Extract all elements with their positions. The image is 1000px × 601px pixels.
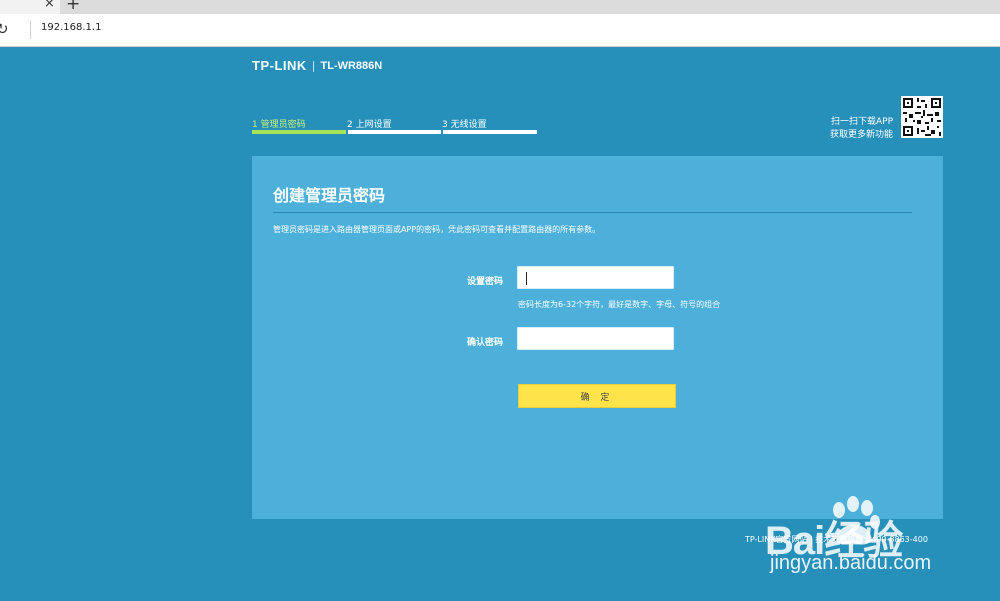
new-tab-icon[interactable]: +	[66, 0, 80, 13]
confirm-button[interactable]: 确 定	[518, 384, 676, 408]
brand-separator: |	[311, 59, 316, 72]
step-internet-settings: 2 上网设置	[347, 120, 392, 130]
panel-description: 管理员密码是进入路由器管理页面或APP的密码，凭此密码可查看并配置路由器的所有参…	[273, 225, 601, 234]
confirm-password-label: 确认密码	[467, 338, 504, 348]
address-separator	[30, 21, 31, 39]
step-wireless-settings: 3 无线设置	[442, 120, 487, 130]
watermark-url: jingyan.baidu.com	[770, 552, 932, 574]
confirm-password-field[interactable]	[517, 327, 674, 350]
tp-link-logo: TP-LINK	[252, 58, 307, 73]
step-bar-1	[252, 130, 346, 134]
browser-tab-bar: × +	[0, 0, 1000, 14]
app-promo: 扫一扫下载APP 获取更多新功能	[830, 116, 893, 142]
url-field[interactable]: 192.168.1.1	[41, 22, 101, 33]
reload-icon[interactable]: ↻	[0, 20, 9, 38]
password-field[interactable]	[517, 266, 674, 289]
router-brand: TP-LINK | TL-WR886N	[252, 58, 382, 73]
address-bar: ↻ 192.168.1.1	[0, 14, 1000, 47]
router-model: TL-WR886N	[320, 59, 383, 72]
create-password-panel: 创建管理员密码 管理员密码是进入路由器管理页面或APP的密码，凭此密码可查看并配…	[252, 156, 943, 519]
step-bar-3	[443, 130, 537, 134]
text-caret	[526, 272, 527, 285]
password-hint: 密码长度为6-32个字符，最好是数字、字母、符号的组合	[518, 300, 721, 309]
baidu-jingyan-watermark: Bai经验 jingyan.baidu.com	[765, 496, 965, 586]
page-title: 创建管理员密码	[273, 186, 386, 205]
promo-line-2: 获取更多新功能	[829, 130, 893, 140]
browser-tab[interactable]: ×	[0, 0, 60, 14]
close-tab-icon[interactable]: ×	[44, 0, 55, 11]
password-label: 设置密码	[467, 277, 504, 287]
step-admin-password: 1 管理员密码	[252, 120, 306, 130]
step-bar-2	[348, 130, 441, 134]
setup-steps: 1 管理员密码 2 上网设置 3 无线设置	[252, 117, 540, 137]
title-divider	[273, 212, 912, 213]
promo-line-1: 扫一扫下载APP	[830, 117, 893, 127]
qr-code-icon	[901, 96, 943, 138]
